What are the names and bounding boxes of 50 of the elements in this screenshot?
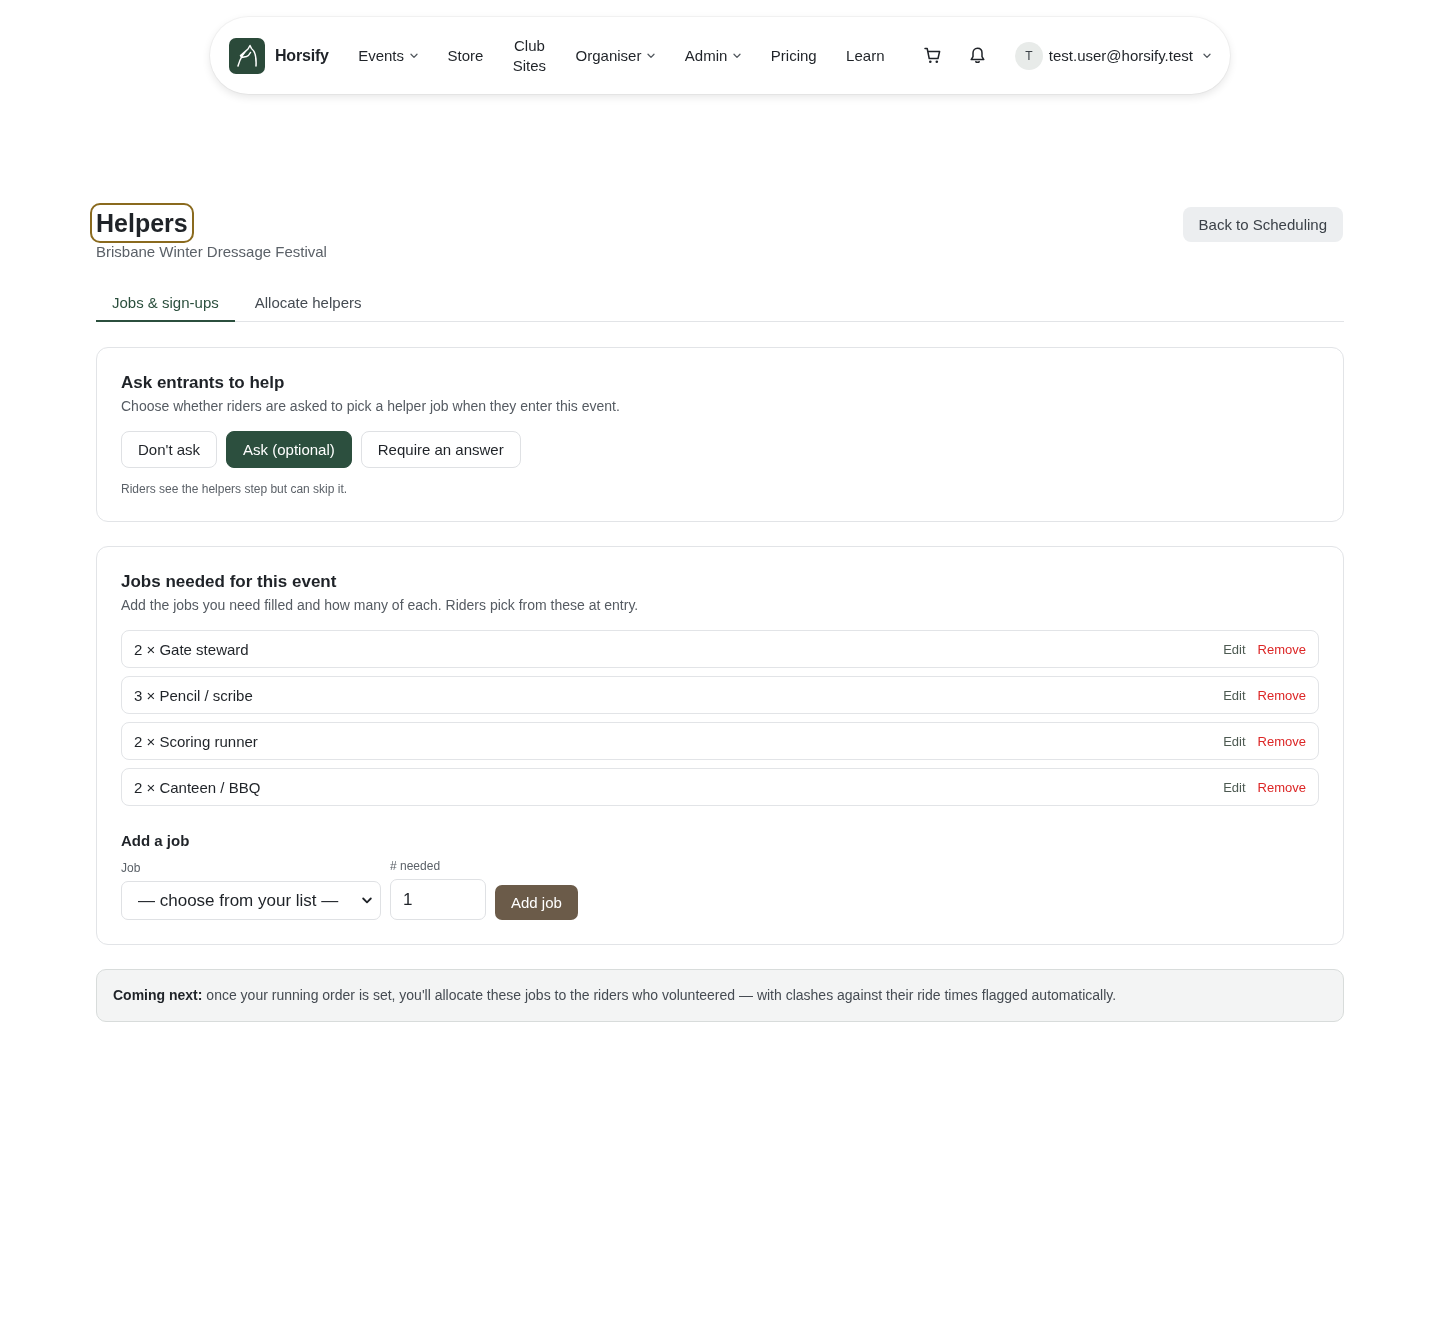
chevron-down-icon [733, 52, 742, 59]
remove-link[interactable]: Remove [1257, 687, 1306, 703]
nav-link[interactable]: Store [447, 45, 484, 66]
chevron-down-icon [410, 52, 419, 59]
nav-menu-link[interactable]: Events [358, 45, 419, 66]
edit-link[interactable]: Edit [1223, 733, 1246, 749]
nav-menu-link[interactable]: Organiser [575, 45, 656, 66]
user-avatar: T [1014, 41, 1043, 70]
card-title: Jobs needed for this event [121, 572, 338, 592]
option-button[interactable]: Don't ask [121, 431, 218, 468]
field-label: Job [121, 861, 142, 875]
add-job-button[interactable]: Add job [495, 885, 578, 920]
edit-link[interactable]: Edit [1223, 641, 1246, 657]
job-select[interactable]: — choose from your list — [121, 881, 381, 920]
horse-logo-icon[interactable] [229, 37, 265, 74]
tab[interactable]: Jobs & sign-ups [96, 287, 235, 322]
card-title: Ask entrants to help [121, 373, 286, 393]
job-name: 2 × Canteen / BBQ [134, 778, 262, 796]
chevron-down-icon [1202, 52, 1211, 59]
card-description: Choose whether riders are asked to pick a helper job when they enter this event. [121, 398, 621, 414]
job-name: 3 × Pencil / scribe [134, 686, 254, 704]
job-name: 2 × Gate steward [134, 640, 250, 658]
hint-text: Riders see the helpers step but can skip it. [121, 482, 349, 496]
event-subtitle: Brisbane Winter Dressage Festival [96, 243, 327, 260]
nav-link[interactable]: Club Sites [512, 35, 547, 76]
remove-link[interactable]: Remove [1257, 641, 1306, 657]
notification-bell-icon[interactable] [970, 47, 986, 64]
user-menu-button[interactable]: T test.user@horsify.test [1014, 41, 1211, 70]
card-description: Add the jobs you need filled and how many of each. Riders pick from these at entry. [121, 597, 640, 613]
count-input[interactable]: 1 [390, 879, 486, 920]
remove-link[interactable]: Remove [1257, 779, 1306, 795]
back-button[interactable]: Back to Scheduling [1182, 207, 1343, 242]
field-label: # needed [390, 859, 442, 873]
edit-link[interactable]: Edit [1223, 687, 1246, 703]
shopping-cart-icon[interactable] [923, 47, 941, 64]
edit-link[interactable]: Edit [1223, 779, 1246, 795]
remove-link[interactable]: Remove [1257, 733, 1306, 749]
option-button[interactable]: Require an answer [360, 431, 521, 468]
add-job-heading: Add a job [121, 832, 191, 849]
info-banner: Coming next: once your running order is set, you'll allocate these jobs to the riders who volunteered — with clashes against their ride times flagged automatically. [96, 969, 1344, 1022]
brand-name[interactable]: Horsify [275, 46, 329, 65]
nav-link[interactable]: Pricing [770, 45, 817, 66]
page-title: Helpers [90, 203, 194, 243]
option-button[interactable]: Ask (optional) [226, 431, 352, 468]
chevron-down-icon [647, 52, 656, 59]
chevron-down-icon [362, 897, 372, 904]
nav-menu-link[interactable]: Admin [684, 45, 742, 66]
job-name: 2 × Scoring runner [134, 732, 259, 750]
nav-link[interactable]: Learn [846, 45, 885, 66]
tab[interactable]: Allocate helpers [238, 287, 378, 322]
